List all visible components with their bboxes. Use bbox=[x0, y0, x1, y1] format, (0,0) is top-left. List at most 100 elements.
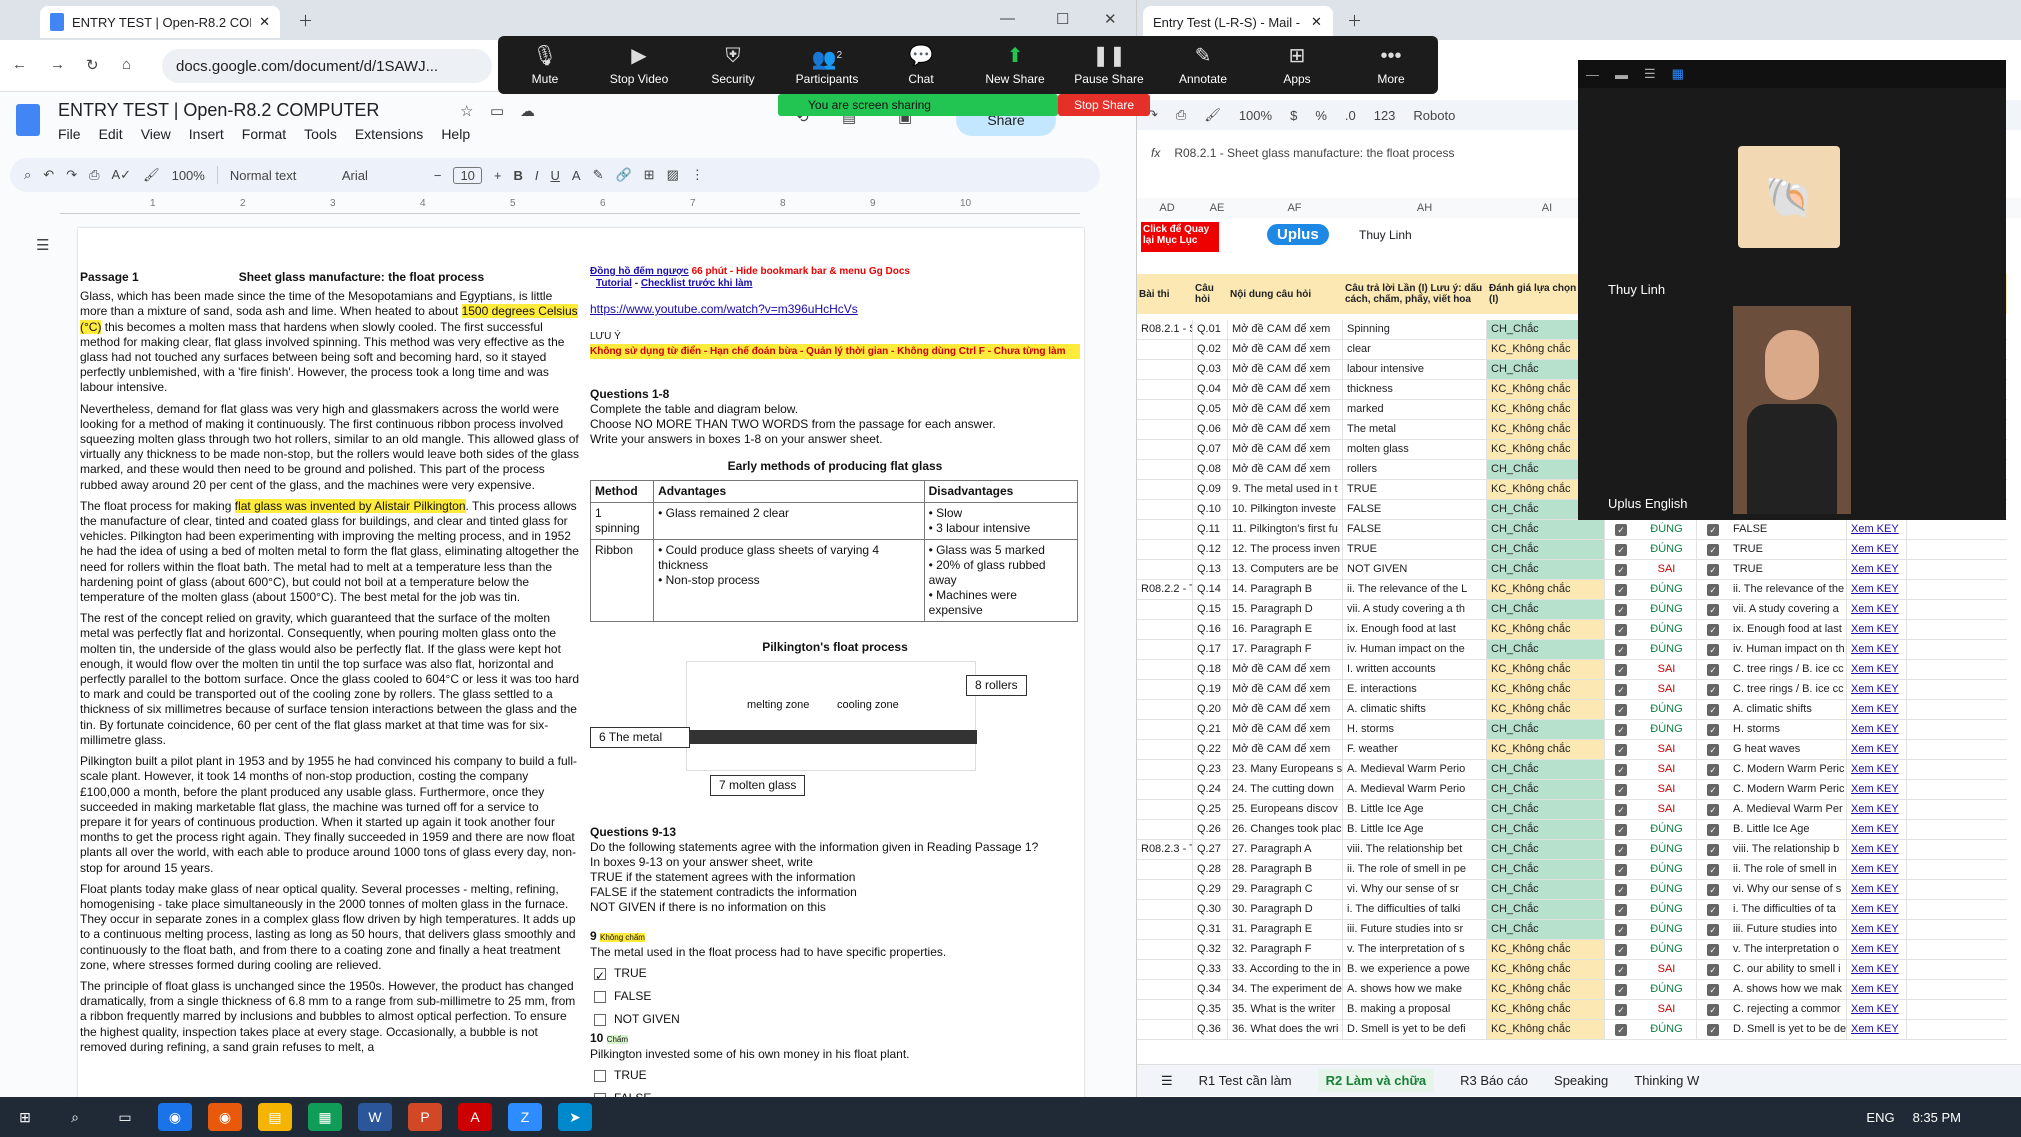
rating-cell[interactable]: CH_Chắc bbox=[1487, 860, 1605, 879]
check2-cell[interactable]: ✓ bbox=[1707, 524, 1719, 536]
check-cell[interactable]: ✓ bbox=[1615, 664, 1627, 676]
key-link[interactable]: Xem KEY bbox=[1847, 720, 1907, 739]
checklist-link[interactable]: Checklist trước khi làm bbox=[641, 278, 753, 289]
chrome-icon[interactable]: ◉ bbox=[158, 1103, 192, 1131]
key-link[interactable]: Xem KEY bbox=[1847, 960, 1907, 979]
rating-cell[interactable]: KC_Không chắc bbox=[1487, 980, 1605, 999]
check-cell[interactable]: ✓ bbox=[1615, 604, 1627, 616]
rating-cell[interactable]: KC_Không chắc bbox=[1487, 940, 1605, 959]
paint-format-icon[interactable]: 🖌 bbox=[1204, 107, 1221, 123]
paint-format-icon[interactable]: 🖌 bbox=[143, 167, 160, 183]
check-cell[interactable]: ✓ bbox=[1615, 944, 1627, 956]
rating-cell[interactable]: KC_Không chắc bbox=[1487, 660, 1605, 679]
check2-cell[interactable]: ✓ bbox=[1707, 584, 1719, 596]
docs-logo-icon[interactable] bbox=[16, 104, 40, 136]
rating-cell[interactable]: CH_Chắc bbox=[1487, 520, 1605, 539]
annotate-button[interactable]: ✎ Annotate bbox=[1163, 44, 1243, 86]
search-icon[interactable]: ⌕ bbox=[58, 1103, 92, 1131]
q9-option-true[interactable]: ✓ TRUE bbox=[594, 966, 1080, 983]
url-field[interactable]: docs.google.com/document/d/1SAWJ... bbox=[162, 49, 492, 83]
key-link[interactable]: Xem KEY bbox=[1847, 980, 1907, 999]
rating-cell[interactable]: KC_Không chắc bbox=[1487, 960, 1605, 979]
browser-tab-docs[interactable]: ENTRY TEST | Open-R8.2 COMP ✕ bbox=[40, 6, 280, 38]
speaker-view-icon[interactable]: ☰ bbox=[1644, 66, 1656, 82]
check2-cell[interactable]: ✓ bbox=[1707, 684, 1719, 696]
minimize-icon[interactable]: — bbox=[1000, 10, 1015, 27]
zoom-app-icon[interactable]: Z bbox=[508, 1103, 542, 1131]
timer-link[interactable]: Đồng hồ đếm ngược bbox=[590, 266, 689, 277]
insert-image-icon[interactable]: ▨ bbox=[667, 167, 679, 183]
apps-button[interactable]: ⊞ Apps bbox=[1257, 44, 1337, 86]
zoom-select[interactable]: 100% bbox=[172, 168, 205, 183]
key-link[interactable]: Xem KEY bbox=[1847, 780, 1907, 799]
key-link[interactable]: Xem KEY bbox=[1847, 580, 1907, 599]
check-cell[interactable]: ✓ bbox=[1615, 744, 1627, 756]
column-header[interactable]: AE bbox=[1197, 202, 1237, 214]
menu-edit[interactable]: Edit bbox=[99, 126, 123, 142]
print-icon[interactable]: ⎙ bbox=[89, 167, 99, 183]
youtube-link[interactable]: https://www.youtube.com/watch?v=m396uHcH… bbox=[590, 302, 1080, 317]
language-indicator[interactable]: ENG bbox=[1866, 1110, 1894, 1125]
pause-share-button[interactable]: ❚❚ Pause Share bbox=[1069, 44, 1149, 86]
reload-icon[interactable]: ↻ bbox=[86, 56, 99, 74]
check-cell[interactable]: ✓ bbox=[1615, 644, 1627, 656]
decrease-size-icon[interactable]: − bbox=[434, 168, 442, 183]
rating-cell[interactable]: CH_Chắc bbox=[1487, 720, 1605, 739]
new-share-button[interactable]: ⬆ New Share bbox=[975, 44, 1055, 86]
key-link[interactable]: Xem KEY bbox=[1847, 600, 1907, 619]
check-cell[interactable]: ✓ bbox=[1615, 1024, 1627, 1036]
check-cell[interactable]: ✓ bbox=[1615, 844, 1627, 856]
style-select[interactable]: Normal text bbox=[230, 168, 330, 183]
formula-text[interactable]: R08.2.1 - Sheet glass manufacture: the f… bbox=[1174, 146, 1454, 160]
sheet-tab-r1[interactable]: R1 Test cần làm bbox=[1199, 1073, 1292, 1088]
sheet-tab-r2[interactable]: R2 Làm và chữa bbox=[1317, 1069, 1435, 1092]
key-link[interactable]: Xem KEY bbox=[1847, 520, 1907, 539]
pdf-icon[interactable]: A bbox=[458, 1103, 492, 1131]
menu-extensions[interactable]: Extensions bbox=[355, 126, 423, 142]
check2-cell[interactable]: ✓ bbox=[1707, 884, 1719, 896]
close-window-icon[interactable]: ✕ bbox=[1104, 10, 1117, 28]
key-link[interactable]: Xem KEY bbox=[1847, 560, 1907, 579]
check-cell[interactable]: ✓ bbox=[1615, 684, 1627, 696]
home-icon[interactable]: ⌂ bbox=[122, 56, 131, 73]
check-cell[interactable]: ✓ bbox=[1615, 584, 1627, 596]
chat-button[interactable]: 💬 Chat bbox=[881, 44, 961, 86]
new-tab-icon[interactable]: ＋ bbox=[1347, 10, 1362, 31]
back-icon[interactable]: ← bbox=[12, 56, 27, 73]
check-cell[interactable]: ✓ bbox=[1615, 524, 1627, 536]
currency-icon[interactable]: $ bbox=[1290, 108, 1297, 123]
mute-button[interactable]: 🎙 Mute bbox=[505, 44, 585, 86]
check-cell[interactable]: ✓ bbox=[1615, 924, 1627, 936]
check2-cell[interactable]: ✓ bbox=[1707, 844, 1719, 856]
more-button[interactable]: ••• More bbox=[1351, 44, 1431, 86]
key-link[interactable]: Xem KEY bbox=[1847, 880, 1907, 899]
rating-cell[interactable]: KC_Không chắc bbox=[1487, 620, 1605, 639]
windows-start-icon[interactable]: ⊞ bbox=[8, 1103, 42, 1131]
check2-cell[interactable]: ✓ bbox=[1707, 724, 1719, 736]
menu-help[interactable]: Help bbox=[441, 126, 470, 142]
key-link[interactable]: Xem KEY bbox=[1847, 820, 1907, 839]
doc-title[interactable]: ENTRY TEST | Open-R8.2 COMPUTER bbox=[58, 100, 379, 121]
checkbox-icon[interactable] bbox=[594, 990, 606, 1003]
clock[interactable]: 8:35 PM bbox=[1913, 1110, 1961, 1125]
key-link[interactable]: Xem KEY bbox=[1847, 800, 1907, 819]
check2-cell[interactable]: ✓ bbox=[1707, 624, 1719, 636]
rating-cell[interactable]: KC_Không chắc bbox=[1487, 1000, 1605, 1019]
key-link[interactable]: Xem KEY bbox=[1847, 1020, 1907, 1039]
bold-icon[interactable]: B bbox=[514, 168, 523, 183]
menu-view[interactable]: View bbox=[141, 126, 171, 142]
rating-cell[interactable]: CH_Chắc bbox=[1487, 560, 1605, 579]
star-icon[interactable]: ☆ bbox=[460, 102, 473, 120]
security-button[interactable]: ⛨ Security bbox=[693, 44, 773, 86]
check2-cell[interactable]: ✓ bbox=[1707, 864, 1719, 876]
decimal-icon[interactable]: .0 bbox=[1345, 108, 1356, 123]
rating-cell[interactable]: CH_Chắc bbox=[1487, 780, 1605, 799]
check2-cell[interactable]: ✓ bbox=[1707, 544, 1719, 556]
check-cell[interactable]: ✓ bbox=[1615, 764, 1627, 776]
check2-cell[interactable]: ✓ bbox=[1707, 924, 1719, 936]
check2-cell[interactable]: ✓ bbox=[1707, 564, 1719, 576]
check2-cell[interactable]: ✓ bbox=[1707, 964, 1719, 976]
participants-button[interactable]: 👥2 Participants bbox=[787, 44, 867, 86]
sheet-tab-r3[interactable]: R3 Báo cáo bbox=[1460, 1073, 1528, 1088]
rating-cell[interactable]: KC_Không chắc bbox=[1487, 1020, 1605, 1039]
